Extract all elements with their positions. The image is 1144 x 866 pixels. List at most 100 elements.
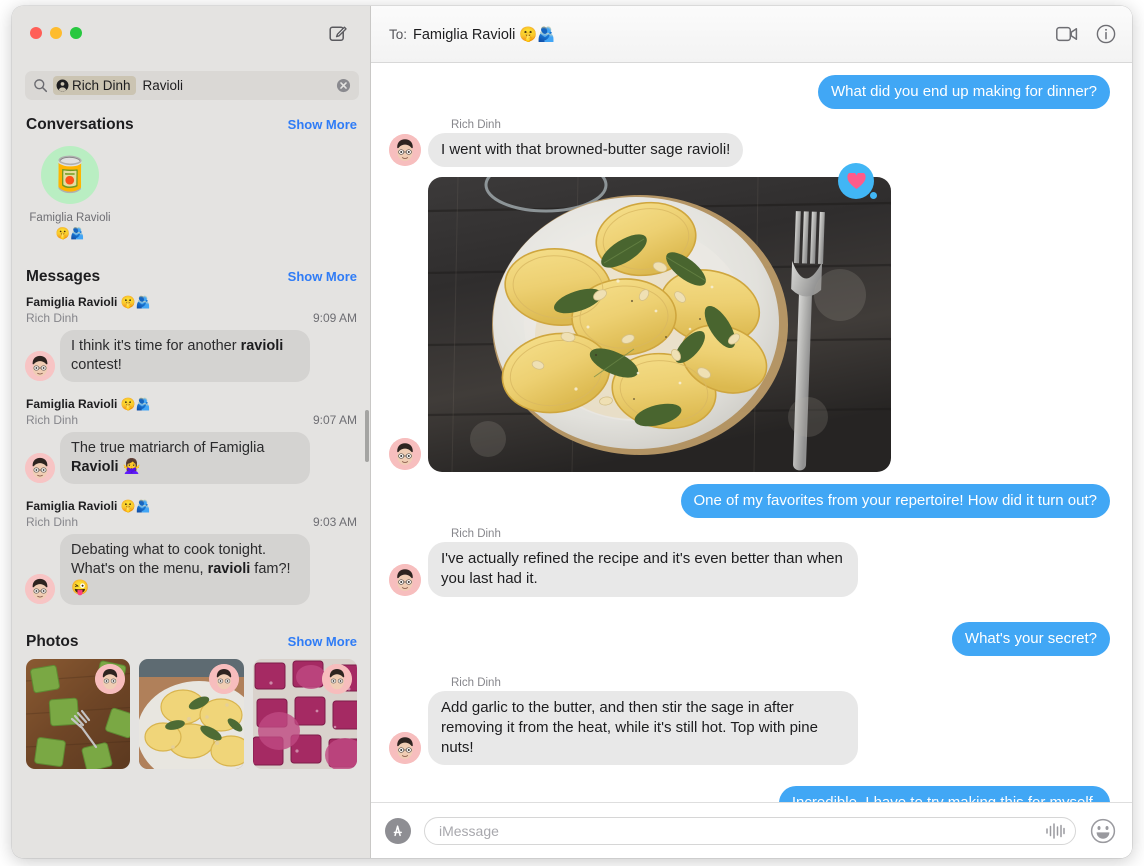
message-text-field[interactable] [424, 816, 1076, 845]
section-header-conversations: Conversations Show More [12, 116, 371, 134]
heart-icon [846, 172, 866, 189]
avatar[interactable] [389, 732, 421, 765]
message-bubble-incoming[interactable]: I went with that browned-butter sage rav… [423, 132, 744, 168]
message-result-text: The true matriarch of Famiglia Ravioli 🙅… [56, 431, 310, 485]
message-sender-label: Rich Dinh [451, 118, 501, 131]
message-result-sender: Rich Dinh [26, 412, 79, 427]
tapback-reaction[interactable] [838, 163, 878, 203]
search-icon [34, 79, 48, 93]
memoji-avatar-icon [389, 134, 421, 167]
message-bubble-outgoing[interactable]: One of my favorites from your repertoire… [680, 484, 1114, 519]
avatar[interactable] [389, 438, 421, 471]
message-result-time: 9:07 AM [312, 412, 357, 427]
message-bubble-outgoing[interactable]: What's your secret? [951, 621, 1115, 656]
section-header-messages: Messages Show More [12, 268, 371, 286]
show-more-conversations[interactable]: Show More [288, 117, 357, 132]
memoji-avatar-icon [25, 574, 55, 605]
message-bubble-incoming[interactable]: I've actually refined the recipe and it'… [424, 542, 858, 597]
search-results-list[interactable]: Conversations Show More 🥫 Famiglia Ravio… [12, 110, 371, 858]
close-button[interactable] [30, 27, 42, 39]
message-bubble-incoming[interactable]: Add garlic to the butter, and then stir … [424, 690, 858, 766]
info-circle-icon [1096, 24, 1116, 44]
conversation-results: 🥫 Famiglia Ravioli 🤫🫂 [12, 140, 371, 246]
video-camera-icon [1056, 26, 1078, 42]
photo-results [12, 657, 371, 770]
message-result-text: Debating what to cook tonight. What's on… [56, 533, 310, 606]
message-sender-label: Rich Dinh [451, 528, 501, 541]
details-button[interactable] [1096, 24, 1116, 44]
section-title: Photos [26, 633, 79, 651]
avatar[interactable] [389, 134, 421, 167]
tapback-tail-dot [870, 192, 877, 200]
memoji-avatar-icon [25, 453, 55, 484]
message-row-incoming: Add garlic to the butter, and then stir … [389, 690, 1114, 766]
message-bubble-outgoing[interactable]: What did you end up making for dinner? [818, 75, 1114, 109]
photo-thumbnail[interactable] [252, 659, 357, 770]
sidebar-scrollbar[interactable] [365, 410, 369, 462]
message-result-item[interactable]: Famiglia Ravioli 🤫🫂 Rich Dinh 9:09 AM I … [12, 292, 371, 386]
message-input-bar [371, 802, 1132, 858]
traffic-lights [30, 27, 82, 39]
message-row-outgoing: One of my favorites from your repertoire… [389, 484, 1114, 519]
message-row-incoming: I've actually refined the recipe and it'… [389, 542, 1114, 597]
conversation-avatar: 🥫 [41, 146, 99, 204]
message-row-outgoing: What did you end up making for dinner? [389, 75, 1114, 109]
message-thread[interactable]: What did you end up making for dinner? R… [371, 63, 1132, 802]
clear-search-button[interactable] [336, 78, 351, 93]
emoji-picker-button[interactable] [1090, 818, 1116, 844]
memoji-avatar-icon [208, 664, 239, 695]
photo-sender-badge [208, 664, 239, 695]
emoji-smiley-icon [1090, 818, 1116, 843]
message-row-outgoing: What's your secret? [389, 621, 1115, 656]
message-result-conversation: Famiglia Ravioli 🤫🫂 [26, 499, 151, 514]
message-bubble-outgoing[interactable]: Incredible. I have to try making this fo… [778, 786, 1110, 802]
tapback-bubble [838, 163, 874, 200]
message-result-time: 9:09 AM [312, 310, 357, 325]
conversation-result-item[interactable]: 🥫 Famiglia Ravioli 🤫🫂 [22, 146, 118, 242]
facetime-button[interactable] [1056, 26, 1078, 42]
message-result-meta: Famiglia Ravioli 🤫🫂 Rich Dinh 9:09 AM [12, 294, 371, 325]
message-result-item[interactable]: Famiglia Ravioli 🤫🫂 Rich Dinh 9:03 AM De… [12, 496, 371, 609]
audio-waveform-icon[interactable] [1045, 822, 1065, 840]
photo-thumbnail[interactable] [26, 659, 131, 770]
show-more-messages[interactable]: Show More [288, 269, 357, 284]
sidebar: Rich Dinh Ravioli Conversations Show Mor… [12, 6, 371, 858]
section-title: Messages [26, 268, 101, 286]
tomato-can-emoji-icon: 🥫 [48, 156, 92, 194]
messages-window: Rich Dinh Ravioli Conversations Show Mor… [12, 6, 1132, 858]
apps-button[interactable] [385, 817, 411, 844]
message-row-outgoing: Incredible. I have to try making this fo… [389, 786, 1114, 802]
compose-pencil-icon [329, 26, 347, 41]
avatar [25, 453, 55, 484]
conversation-header: To: Famiglia Ravioli 🤫🫂 [371, 6, 1132, 63]
zoom-button[interactable] [70, 27, 82, 39]
message-result-conversation: Famiglia Ravioli 🤫🫂 [26, 295, 151, 310]
search-field[interactable]: Rich Dinh Ravioli [25, 71, 359, 100]
recipient-name[interactable]: Famiglia Ravioli 🤫🫂 [413, 26, 555, 43]
section-title: Conversations [26, 116, 134, 133]
message-result-sender: Rich Dinh [26, 514, 79, 529]
message-result-meta: Famiglia Ravioli 🤫🫂 Rich Dinh 9:03 AM [12, 498, 371, 529]
message-result-item[interactable]: Famiglia Ravioli 🤫🫂 Rich Dinh 9:07 AM Th… [12, 394, 371, 488]
to-label: To: [389, 26, 408, 42]
search-token-label: Rich Dinh [72, 78, 131, 93]
compose-button[interactable] [325, 20, 351, 46]
show-more-photos[interactable]: Show More [288, 634, 357, 649]
message-result-conversation: Famiglia Ravioli 🤫🫂 [26, 397, 151, 412]
search-query-text: Ravioli [142, 78, 184, 93]
conversation-pane: To: Famiglia Ravioli 🤫🫂 What did you end… [371, 6, 1132, 858]
message-input[interactable] [439, 822, 1045, 839]
contact-person-icon [56, 79, 69, 92]
message-row-incoming: I went with that browned-butter sage rav… [389, 132, 1114, 168]
memoji-avatar-icon [389, 732, 421, 765]
app-store-apps-icon [393, 824, 402, 836]
photo-thumbnail[interactable] [139, 659, 244, 770]
minimize-button[interactable] [50, 27, 62, 39]
conversation-name: Famiglia Ravioli 🤫🫂 [29, 212, 111, 240]
avatar [25, 574, 55, 605]
message-result-time: 9:03 AM [312, 514, 357, 529]
photo-attachment[interactable] [428, 177, 891, 473]
message-result-sender: Rich Dinh [26, 310, 79, 325]
avatar[interactable] [389, 563, 421, 596]
search-token-contact[interactable]: Rich Dinh [53, 76, 136, 95]
